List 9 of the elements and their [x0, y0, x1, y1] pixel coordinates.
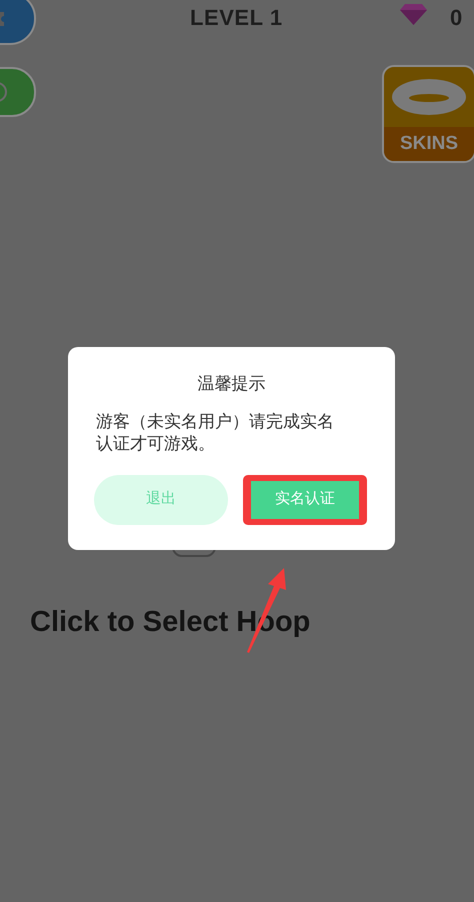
- ring-icon: [390, 77, 468, 117]
- dialog-message: 游客（未实名用户）请完成实名认证才可游戏。: [96, 410, 335, 454]
- dialog-button[interactable]: 退出: [94, 474, 228, 524]
- dialog-title: 温馨提示: [196, 373, 266, 395]
- gem-count: 0: [450, 4, 462, 32]
- level-title: LEVEL 1: [190, 4, 283, 32]
- gem-icon: [400, 3, 427, 25]
- skins-button[interactable]: SKINS: [382, 65, 474, 163]
- dialog-button[interactable]: 实名认证: [251, 480, 359, 518]
